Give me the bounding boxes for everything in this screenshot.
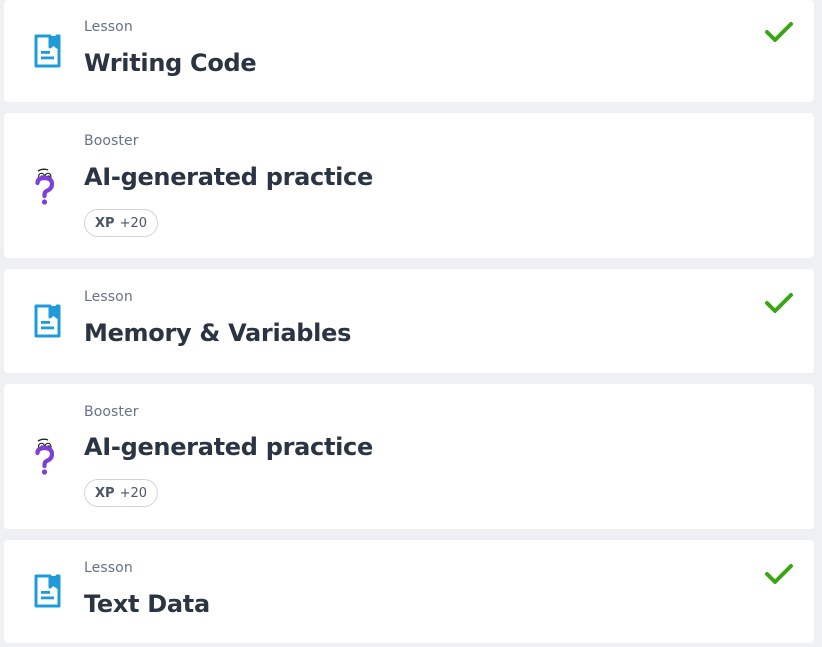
item-type-label: Lesson [84, 560, 133, 576]
item-title: AI-generated practice [84, 433, 373, 461]
document-icon [32, 573, 64, 609]
item-title: AI-generated practice [84, 163, 373, 191]
lesson-card[interactable]: Lesson Text Data [4, 540, 814, 643]
item-type-label: Lesson [84, 289, 133, 305]
lesson-card[interactable]: Lesson Writing Code [4, 0, 814, 102]
document-icon [32, 33, 64, 69]
item-title: Writing Code [84, 49, 257, 77]
question-mark-icon [32, 167, 64, 205]
document-icon [32, 303, 64, 339]
xp-amount: +20 [119, 215, 147, 231]
checkmark-icon [764, 562, 794, 586]
question-mark-icon [32, 437, 64, 475]
lesson-list: Lesson Writing Code Booster AI-generated… [0, 0, 822, 647]
item-type-label: Booster [84, 404, 139, 420]
item-title: Memory & Variables [84, 319, 352, 347]
item-type-label: Booster [84, 133, 139, 149]
xp-label: XP [95, 215, 115, 231]
item-title: Text Data [84, 590, 210, 618]
booster-card[interactable]: Booster AI-generated practice XP +20 [4, 113, 814, 258]
xp-reward-badge: XP +20 [84, 209, 158, 237]
xp-label: XP [95, 485, 115, 501]
checkmark-icon [764, 20, 794, 44]
item-type-label: Lesson [84, 19, 133, 35]
booster-card[interactable]: Booster AI-generated practice XP +20 [4, 384, 814, 529]
xp-reward-badge: XP +20 [84, 479, 158, 507]
xp-amount: +20 [119, 485, 147, 501]
checkmark-icon [764, 291, 794, 315]
lesson-card[interactable]: Lesson Memory & Variables [4, 269, 814, 373]
